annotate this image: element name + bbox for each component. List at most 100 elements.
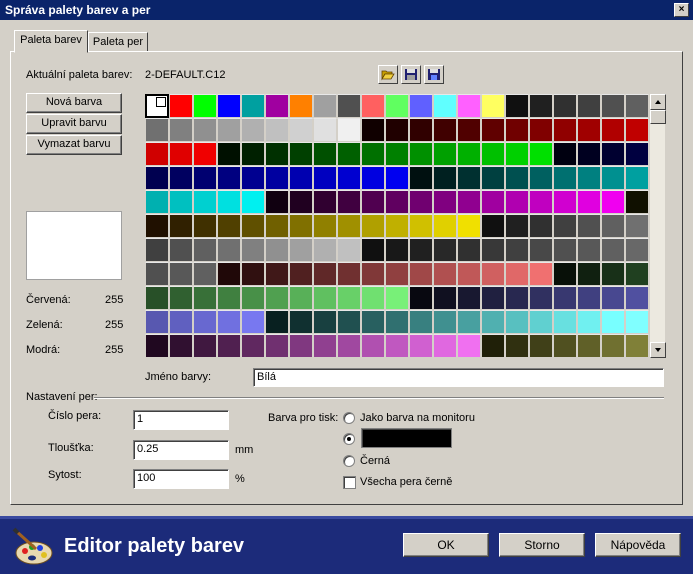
color-cell[interactable]	[625, 334, 649, 358]
color-cell[interactable]	[241, 94, 265, 118]
color-cell[interactable]	[457, 94, 481, 118]
color-cell[interactable]	[601, 142, 625, 166]
scroll-up-button[interactable]	[650, 94, 666, 110]
color-cell[interactable]	[241, 334, 265, 358]
color-cell[interactable]	[145, 310, 169, 334]
color-cell[interactable]	[265, 214, 289, 238]
color-cell[interactable]	[169, 334, 193, 358]
color-cell[interactable]	[601, 286, 625, 310]
color-cell[interactable]	[553, 166, 577, 190]
color-cell[interactable]	[457, 190, 481, 214]
color-cell[interactable]	[529, 334, 553, 358]
color-cell[interactable]	[241, 310, 265, 334]
color-cell[interactable]	[265, 190, 289, 214]
color-cell[interactable]	[169, 190, 193, 214]
color-cell[interactable]	[385, 286, 409, 310]
color-cell[interactable]	[553, 190, 577, 214]
color-cell[interactable]	[241, 214, 265, 238]
color-cell[interactable]	[337, 286, 361, 310]
color-cell[interactable]	[601, 190, 625, 214]
color-cell[interactable]	[265, 310, 289, 334]
color-cell[interactable]	[313, 190, 337, 214]
color-cell[interactable]	[457, 286, 481, 310]
intensity-input[interactable]: 100	[133, 469, 229, 489]
tab-pen-palette[interactable]: Paleta per	[88, 32, 148, 52]
color-cell[interactable]	[577, 94, 601, 118]
color-cell[interactable]	[505, 286, 529, 310]
color-cell[interactable]	[145, 190, 169, 214]
save-as-icon[interactable]	[424, 65, 444, 84]
color-cell[interactable]	[217, 142, 241, 166]
color-cell[interactable]	[529, 94, 553, 118]
color-cell[interactable]	[289, 310, 313, 334]
color-cell[interactable]	[385, 310, 409, 334]
color-cell[interactable]	[217, 166, 241, 190]
all-pens-black-checkbox[interactable]	[343, 476, 356, 489]
color-cell[interactable]	[169, 94, 193, 118]
color-cell[interactable]	[625, 190, 649, 214]
color-cell[interactable]	[481, 118, 505, 142]
color-cell[interactable]	[337, 310, 361, 334]
color-cell[interactable]	[313, 238, 337, 262]
color-cell[interactable]	[145, 262, 169, 286]
color-cell[interactable]	[361, 310, 385, 334]
color-cell[interactable]	[433, 310, 457, 334]
save-icon[interactable]	[401, 65, 421, 84]
color-cell[interactable]	[337, 94, 361, 118]
color-cell[interactable]	[385, 118, 409, 142]
color-cell[interactable]	[169, 310, 193, 334]
color-cell[interactable]	[409, 166, 433, 190]
color-cell[interactable]	[481, 286, 505, 310]
scroll-down-button[interactable]	[650, 342, 666, 358]
color-cell[interactable]	[361, 190, 385, 214]
color-cell[interactable]	[289, 286, 313, 310]
color-cell[interactable]	[409, 94, 433, 118]
color-cell[interactable]	[601, 238, 625, 262]
color-cell[interactable]	[169, 262, 193, 286]
color-cell[interactable]	[265, 334, 289, 358]
color-cell[interactable]	[241, 166, 265, 190]
color-cell[interactable]	[505, 94, 529, 118]
color-cell[interactable]	[289, 94, 313, 118]
scroll-thumb[interactable]	[650, 110, 666, 124]
color-cell[interactable]	[313, 334, 337, 358]
color-cell[interactable]	[577, 334, 601, 358]
color-cell[interactable]	[577, 262, 601, 286]
color-cell[interactable]	[457, 166, 481, 190]
color-cell[interactable]	[433, 190, 457, 214]
color-cell[interactable]	[385, 190, 409, 214]
color-cell[interactable]	[313, 286, 337, 310]
color-cell[interactable]	[481, 214, 505, 238]
color-cell[interactable]	[193, 310, 217, 334]
color-cell[interactable]	[193, 214, 217, 238]
color-cell[interactable]	[385, 94, 409, 118]
color-cell[interactable]	[145, 142, 169, 166]
color-cell[interactable]	[433, 94, 457, 118]
color-cell[interactable]	[193, 166, 217, 190]
color-cell[interactable]	[625, 214, 649, 238]
color-cell[interactable]	[289, 214, 313, 238]
color-cell[interactable]	[433, 166, 457, 190]
color-cell[interactable]	[433, 238, 457, 262]
color-cell[interactable]	[313, 262, 337, 286]
color-cell[interactable]	[313, 166, 337, 190]
color-cell[interactable]	[193, 286, 217, 310]
color-cell[interactable]	[193, 334, 217, 358]
radio-custom-color[interactable]	[343, 433, 355, 445]
color-cell[interactable]	[217, 286, 241, 310]
color-cell[interactable]	[577, 214, 601, 238]
color-cell[interactable]	[265, 118, 289, 142]
color-cell[interactable]	[385, 334, 409, 358]
color-cell[interactable]	[505, 310, 529, 334]
color-cell[interactable]	[505, 166, 529, 190]
color-cell[interactable]	[169, 166, 193, 190]
color-cell[interactable]	[217, 310, 241, 334]
color-cell[interactable]	[457, 142, 481, 166]
color-cell[interactable]	[361, 286, 385, 310]
color-cell[interactable]	[337, 214, 361, 238]
close-icon[interactable]: ×	[674, 3, 689, 17]
color-cell[interactable]	[625, 118, 649, 142]
color-cell[interactable]	[217, 238, 241, 262]
color-cell[interactable]	[601, 94, 625, 118]
color-cell[interactable]	[409, 142, 433, 166]
